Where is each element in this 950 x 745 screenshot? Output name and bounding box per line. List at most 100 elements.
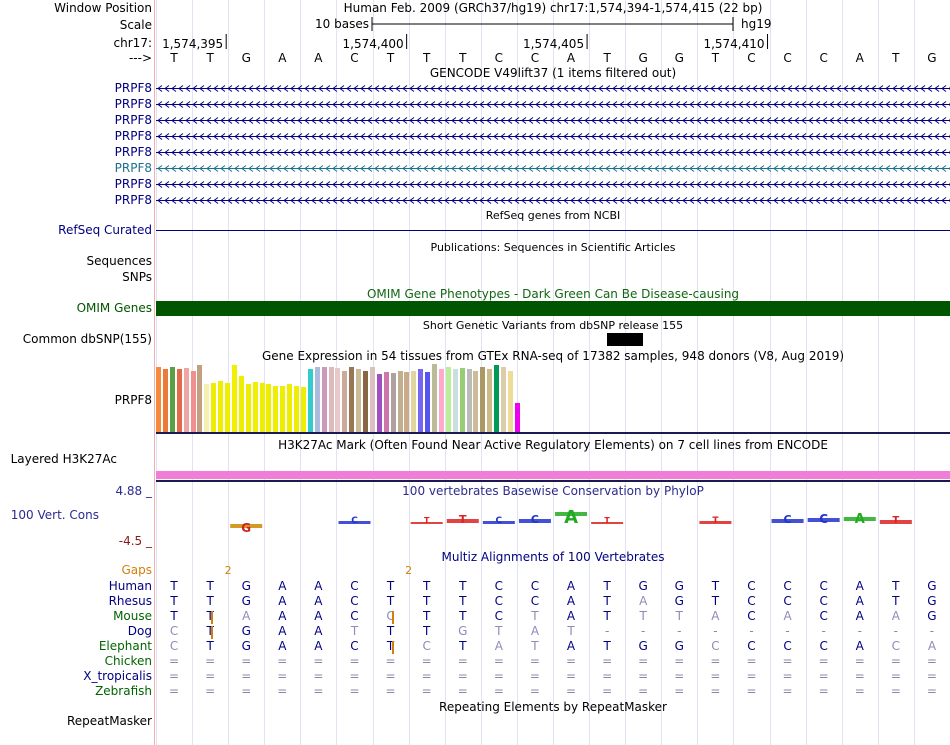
- gtex-tissue-bar[interactable]: [390, 372, 396, 432]
- gtex-tissue-bar[interactable]: [397, 370, 403, 432]
- gtex-tissue-bar[interactable]: [473, 370, 479, 432]
- gencode-transcript[interactable]: [156, 193, 950, 208]
- gtex-tissue-bar[interactable]: [225, 383, 230, 432]
- alignment-base: =: [638, 654, 649, 668]
- gencode-transcript[interactable]: [156, 81, 950, 96]
- alignment-base: =: [926, 654, 937, 668]
- gencode-transcript-label[interactable]: PRPF8: [115, 81, 152, 96]
- gtex-tissue-bar[interactable]: [300, 387, 306, 432]
- alignment-base: A: [278, 639, 287, 653]
- gtex-tissue-bar[interactable]: [280, 385, 286, 432]
- gtex-tissue-bar[interactable]: [245, 384, 251, 432]
- gtex-tissue-bar[interactable]: [438, 369, 444, 432]
- gencode-transcript-label[interactable]: PRPF8: [115, 177, 152, 192]
- gtex-tissue-bar[interactable]: [445, 367, 451, 432]
- gtex-tissue-bar[interactable]: [162, 368, 168, 432]
- coordinate-ticks: 1,574,395 1,574,400 1,574,405 1,574,410: [162, 34, 769, 51]
- gtex-bar-chart[interactable]: [156, 364, 950, 432]
- gtex-tissue-bar[interactable]: [176, 369, 182, 432]
- gaps-label: Gaps: [121, 563, 152, 577]
- gtex-tissue-bar[interactable]: [156, 367, 161, 432]
- gencode-transcript-label[interactable]: PRPF8: [115, 97, 152, 112]
- gtex-tissue-bar[interactable]: [252, 381, 258, 432]
- sequences-label[interactable]: Sequences: [87, 254, 152, 269]
- gtex-tissue-bar[interactable]: [425, 372, 431, 432]
- gtex-tissue-bar[interactable]: [342, 370, 348, 432]
- gtex-tissue-bar[interactable]: [294, 385, 299, 432]
- snps-label[interactable]: SNPs: [122, 270, 152, 285]
- gtex-tissue-bar[interactable]: [466, 368, 472, 432]
- gtex-tissue-bar[interactable]: [266, 384, 272, 432]
- dbsnp-label[interactable]: Common dbSNP(155): [23, 332, 152, 347]
- gtex-tissue-bar[interactable]: [459, 368, 465, 432]
- gtex-tissue-bar[interactable]: [335, 368, 341, 432]
- gtex-tissue-bar[interactable]: [494, 365, 500, 432]
- gtex-tissue-bar[interactable]: [190, 370, 196, 432]
- gencode-transcript-label[interactable]: PRPF8: [115, 193, 152, 208]
- gtex-tissue-bar[interactable]: [369, 367, 375, 432]
- alignment-base: =: [674, 684, 685, 698]
- gtex-tissue-bar[interactable]: [204, 384, 210, 432]
- gencode-transcript-label[interactable]: PRPF8: [115, 161, 152, 176]
- gtex-tissue-bar[interactable]: [363, 370, 368, 432]
- gtex-tissue-bar[interactable]: [197, 365, 203, 432]
- gtex-tissue-bar[interactable]: [501, 367, 506, 432]
- alignment-base: =: [277, 669, 288, 683]
- gtex-tissue-bar[interactable]: [218, 381, 224, 432]
- gtex-tissue-bar[interactable]: [273, 385, 279, 432]
- alignment-base: C: [747, 609, 756, 623]
- gtex-tissue-bar[interactable]: [480, 366, 486, 432]
- refseq-label[interactable]: RefSeq Curated: [58, 223, 152, 238]
- alignment-base: G: [458, 624, 468, 638]
- alignment-base: C: [350, 609, 359, 623]
- repeatmasker-label[interactable]: RepeatMasker: [67, 714, 152, 729]
- gtex-tissue-bar[interactable]: [452, 369, 458, 432]
- gencode-transcript[interactable]: [156, 97, 950, 112]
- refseq-title: RefSeq genes from NCBI: [485, 209, 621, 222]
- gtex-tissue-bar[interactable]: [231, 365, 237, 432]
- phylop-track-label[interactable]: 100 Vert. Cons: [11, 508, 99, 523]
- gtex-tissue-bar[interactable]: [183, 368, 189, 432]
- dbsnp-variant[interactable]: [607, 333, 644, 346]
- gtex-tissue-bar[interactable]: [307, 369, 313, 432]
- gencode-transcript[interactable]: [156, 129, 950, 144]
- gtex-tissue-bar[interactable]: [404, 372, 410, 432]
- gencode-transcript-label[interactable]: PRPF8: [115, 129, 152, 144]
- gtex-tissue-bar[interactable]: [314, 366, 320, 432]
- h3k27ac-signal[interactable]: [156, 471, 950, 479]
- gtex-tissue-bar[interactable]: [349, 367, 355, 432]
- gtex-tissue-bar[interactable]: [432, 364, 437, 432]
- gtex-tissue-bar[interactable]: [383, 372, 389, 432]
- gtex-tissue-bar[interactable]: [487, 369, 493, 432]
- alignment-base: =: [566, 669, 577, 683]
- gtex-tissue-bar[interactable]: [507, 370, 513, 432]
- gencode-title: GENCODE V49lift37 (1 items filtered out): [429, 66, 677, 80]
- omim-phenotype-bar[interactable]: [156, 301, 950, 316]
- gencode-transcript[interactable]: [156, 113, 950, 128]
- genome-browser-image[interactable]: Window Position Scale chr17: ---> PRPF8 P…: [0, 0, 950, 745]
- gencode-transcript[interactable]: [156, 177, 950, 192]
- gtex-tissue-bar[interactable]: [328, 367, 334, 432]
- gtex-tissue-bar[interactable]: [211, 383, 217, 432]
- gtex-tissue-bar[interactable]: [238, 376, 244, 432]
- gtex-tissue-bar[interactable]: [411, 370, 417, 432]
- alignment-base: =: [818, 684, 829, 698]
- gtex-tissue-bar[interactable]: [418, 369, 424, 432]
- gtex-gene-label[interactable]: PRPF8: [115, 393, 152, 408]
- gencode-transcript[interactable]: [156, 145, 950, 160]
- gtex-tissue-bar[interactable]: [169, 367, 175, 432]
- h3k27ac-label[interactable]: Layered H3K27Ac: [11, 452, 117, 467]
- omim-label[interactable]: OMIM Genes: [77, 301, 152, 316]
- phylop-plot[interactable]: GCTTCCATTCCAT: [156, 500, 950, 545]
- gtex-tissue-bar[interactable]: [356, 369, 362, 432]
- alignment-base: A: [314, 579, 323, 593]
- gtex-tissue-bar[interactable]: [287, 384, 293, 432]
- gtex-tissue-bar[interactable]: [321, 366, 327, 432]
- gtex-tissue-bar[interactable]: [259, 383, 265, 432]
- gencode-transcript[interactable]: [156, 161, 950, 176]
- alignment-base: A: [278, 624, 287, 638]
- gtex-tissue-bar[interactable]: [376, 373, 382, 432]
- gencode-transcript-label[interactable]: PRPF8: [115, 145, 152, 160]
- gtex-tissue-bar[interactable]: [514, 403, 520, 432]
- gencode-transcript-label[interactable]: PRPF8: [115, 113, 152, 128]
